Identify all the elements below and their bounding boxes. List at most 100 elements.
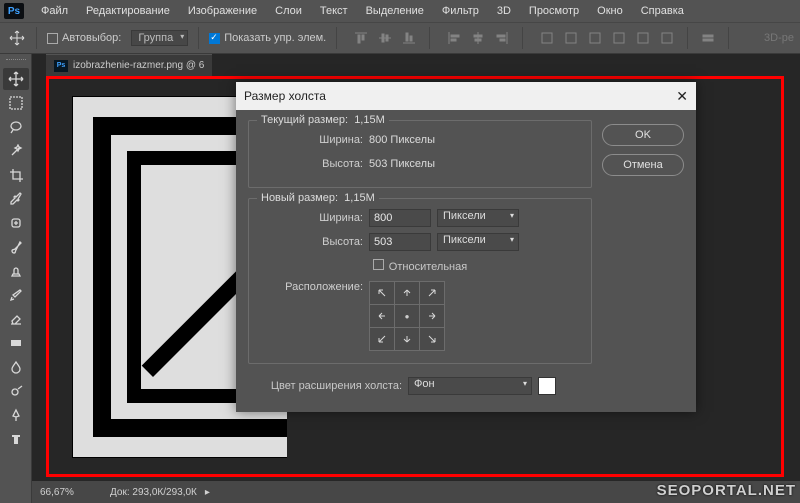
move-tool[interactable] <box>3 68 29 90</box>
zoom-level[interactable]: 66,67% <box>40 487 90 498</box>
move-tool-indicator <box>8 29 26 47</box>
menu-image[interactable]: Изображение <box>179 5 266 17</box>
tool-column <box>0 54 32 503</box>
align-more-icon[interactable] <box>698 28 718 48</box>
eyedropper-tool[interactable] <box>3 188 29 210</box>
align-group-2 <box>444 28 512 48</box>
separator <box>728 27 729 49</box>
doc-info-arrow-icon[interactable]: ▸ <box>205 487 210 498</box>
new-height-input[interactable] <box>369 233 431 251</box>
menu-select[interactable]: Выделение <box>357 5 433 17</box>
canvas-size-dialog: Размер холста ✕ Текущий размер: 1,15M Ши… <box>236 82 696 412</box>
anchor-ne[interactable] <box>420 282 444 304</box>
width-unit-dropdown[interactable]: Пиксели <box>437 209 519 227</box>
blur-tool[interactable] <box>3 356 29 378</box>
distribute-group <box>537 28 677 48</box>
close-icon[interactable]: ✕ <box>676 88 688 105</box>
anchor-sw[interactable] <box>370 328 394 350</box>
app-logo: Ps <box>4 3 24 19</box>
current-height-value: 503 Пикселы <box>369 158 435 170</box>
align-bottom-icon[interactable] <box>399 28 419 48</box>
separator <box>522 27 523 49</box>
menu-view[interactable]: Просмотр <box>520 5 588 17</box>
3d-mode-label: 3D-ре <box>764 32 800 44</box>
dist-1-icon[interactable] <box>537 28 557 48</box>
separator <box>36 27 37 49</box>
gradient-tool[interactable] <box>3 332 29 354</box>
relative-checkbox[interactable]: Относительная <box>373 259 467 273</box>
crop-tool[interactable] <box>3 164 29 186</box>
align-right-icon[interactable] <box>492 28 512 48</box>
menu-filter[interactable]: Фильтр <box>433 5 488 17</box>
align-top-icon[interactable] <box>351 28 371 48</box>
menu-layers[interactable]: Слои <box>266 5 311 17</box>
autoselect-target-dropdown[interactable]: Группа <box>131 30 188 46</box>
anchor-label: Расположение: <box>259 281 369 293</box>
extension-color-dropdown[interactable]: Фон <box>408 377 532 395</box>
align-hcenter-icon[interactable] <box>468 28 488 48</box>
cancel-button[interactable]: Отмена <box>602 154 684 176</box>
separator <box>336 27 337 49</box>
anchor-n[interactable] <box>395 282 419 304</box>
panel-grip[interactable] <box>6 59 26 62</box>
healing-brush-tool[interactable] <box>3 212 29 234</box>
doc-info[interactable]: Док: 293,0К/293,0К <box>110 487 197 498</box>
anchor-s[interactable] <box>395 328 419 350</box>
menu-edit[interactable]: Редактирование <box>77 5 179 17</box>
options-bar: Автовыбор: Группа Показать упр. элем. 3D… <box>0 22 800 54</box>
current-height-label: Высота: <box>259 158 369 170</box>
dialog-title: Размер холста <box>244 89 326 103</box>
ok-button[interactable]: OK <box>602 124 684 146</box>
new-height-label: Высота: <box>259 236 369 248</box>
menu-3d[interactable]: 3D <box>488 5 520 17</box>
anchor-w[interactable] <box>370 305 394 327</box>
extension-color-label: Цвет расширения холста: <box>248 380 408 392</box>
document-tab[interactable]: Ps izobrazhenie-razmer.png @ 6 <box>46 54 212 76</box>
separator <box>429 27 430 49</box>
separator <box>198 27 199 49</box>
anchor-grid[interactable]: ● <box>369 281 445 351</box>
dist-4-icon[interactable] <box>609 28 629 48</box>
height-unit-dropdown[interactable]: Пиксели <box>437 233 519 251</box>
align-group-1 <box>351 28 419 48</box>
menu-help[interactable]: Справка <box>632 5 693 17</box>
current-width-value: 800 Пикселы <box>369 134 435 146</box>
clone-stamp-tool[interactable] <box>3 260 29 282</box>
align-vcenter-icon[interactable] <box>375 28 395 48</box>
main-menubar: Ps Файл Редактирование Изображение Слои … <box>0 0 800 22</box>
marquee-tool[interactable] <box>3 92 29 114</box>
dist-5-icon[interactable] <box>633 28 653 48</box>
anchor-center[interactable]: ● <box>395 305 419 327</box>
anchor-se[interactable] <box>420 328 444 350</box>
new-size-fieldset: Новый размер: 1,15M Ширина: Пиксели Высо… <box>248 198 592 364</box>
type-tool[interactable] <box>3 428 29 450</box>
dist-6-icon[interactable] <box>657 28 677 48</box>
new-width-input[interactable] <box>369 209 431 227</box>
current-width-label: Ширина: <box>259 134 369 146</box>
dodge-tool[interactable] <box>3 380 29 402</box>
menu-text[interactable]: Текст <box>311 5 357 17</box>
dialog-titlebar[interactable]: Размер холста ✕ <box>236 82 696 110</box>
dist-3-icon[interactable] <box>585 28 605 48</box>
extension-color-swatch[interactable] <box>538 377 556 395</box>
new-width-label: Ширина: <box>259 212 369 224</box>
document-tab-label: izobrazhenie-razmer.png @ 6 <box>73 60 204 71</box>
magic-wand-tool[interactable] <box>3 140 29 162</box>
anchor-nw[interactable] <box>370 282 394 304</box>
ps-doc-icon: Ps <box>54 60 68 72</box>
separator <box>687 27 688 49</box>
current-size-fieldset: Текущий размер: 1,15M Ширина:800 Пикселы… <box>248 120 592 188</box>
brush-tool[interactable] <box>3 236 29 258</box>
show-transform-controls-checkbox[interactable]: Показать упр. элем. <box>209 32 326 44</box>
lasso-tool[interactable] <box>3 116 29 138</box>
dist-2-icon[interactable] <box>561 28 581 48</box>
pen-tool[interactable] <box>3 404 29 426</box>
history-brush-tool[interactable] <box>3 284 29 306</box>
watermark: SEOPORTAL.NET <box>657 482 796 499</box>
menu-file[interactable]: Файл <box>32 5 77 17</box>
eraser-tool[interactable] <box>3 308 29 330</box>
anchor-e[interactable] <box>420 305 444 327</box>
menu-window[interactable]: Окно <box>588 5 632 17</box>
autoselect-checkbox[interactable]: Автовыбор: <box>47 32 121 44</box>
align-left-icon[interactable] <box>444 28 464 48</box>
